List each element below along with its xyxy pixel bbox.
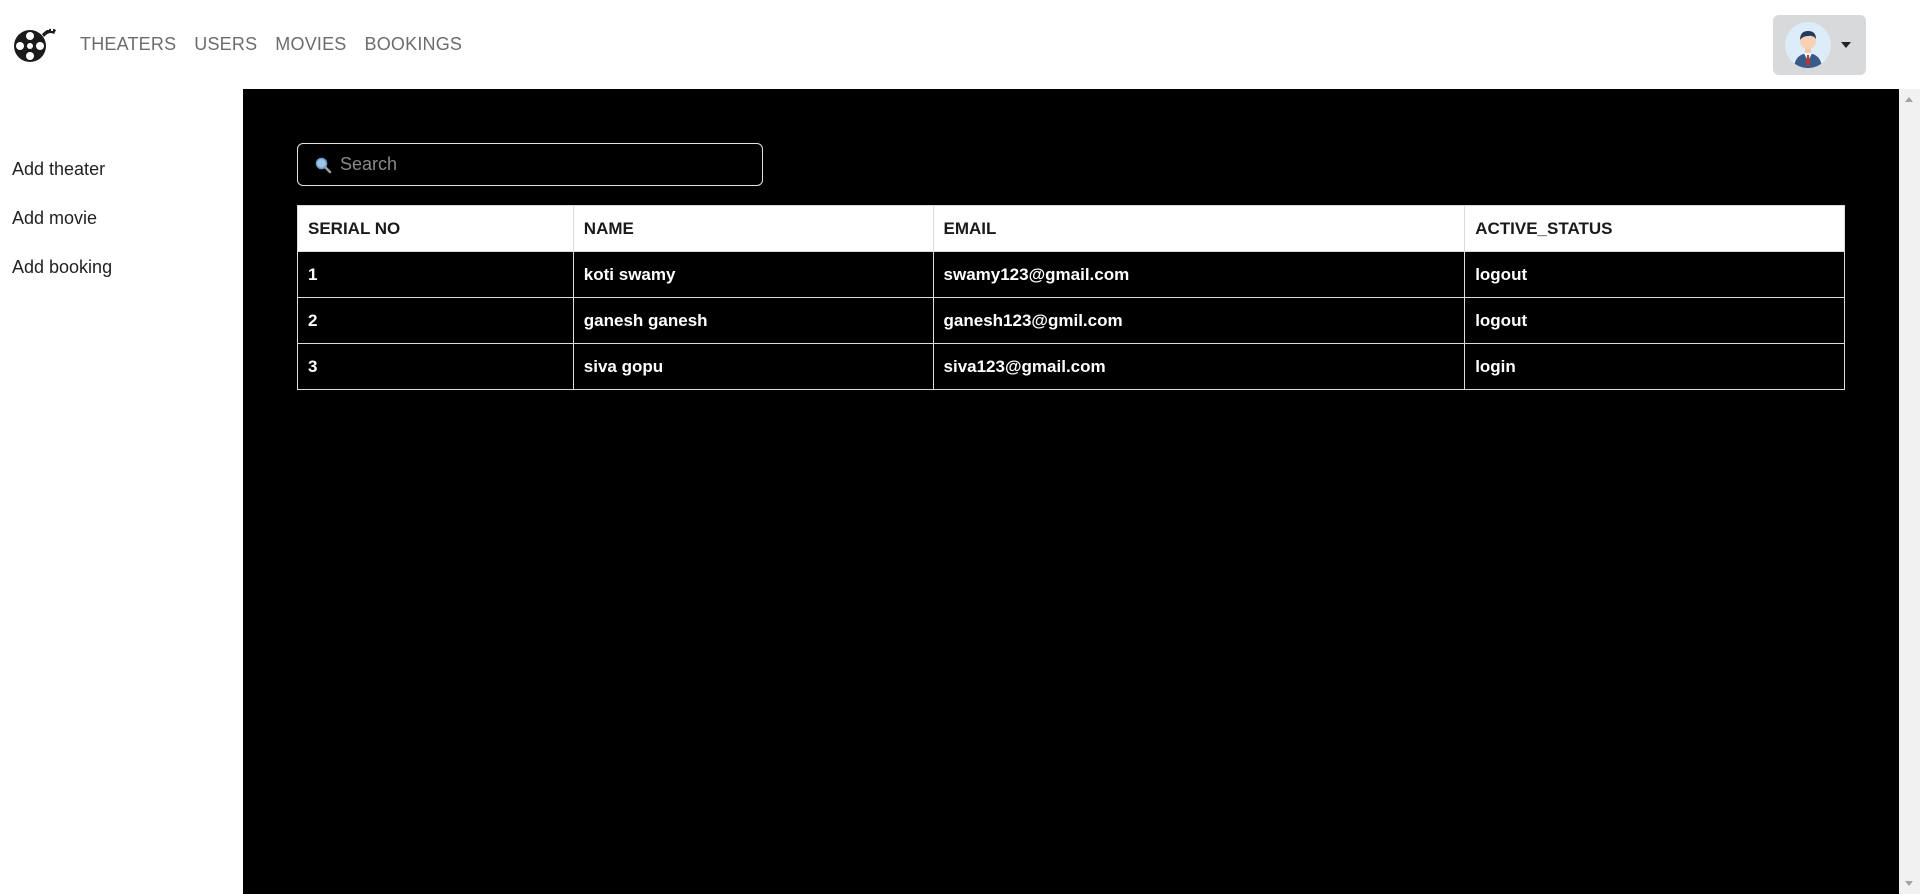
scroll-down-arrow-icon[interactable] xyxy=(1905,881,1913,886)
column-header-serial-no: SERIAL NO xyxy=(297,205,574,252)
cell-serial: 1 xyxy=(297,251,574,298)
profile-dropdown-button[interactable] xyxy=(1773,15,1866,75)
cell-name: koti swamy xyxy=(572,251,934,298)
cell-email: siva123@gmail.com xyxy=(932,343,1466,390)
table-row[interactable]: 1 koti swamy swamy123@gmail.com logout xyxy=(297,251,1845,298)
search-icon xyxy=(314,156,332,174)
cell-email: ganesh123@gmil.com xyxy=(932,297,1466,344)
nav-link-bookings[interactable]: BOOKINGS xyxy=(365,34,463,55)
search-box[interactable] xyxy=(297,143,763,186)
nav-links: THEATERS USERS MOVIES BOOKINGS xyxy=(80,0,480,89)
scroll-up-arrow-icon[interactable] xyxy=(1905,97,1913,102)
nav-link-movies[interactable]: MOVIES xyxy=(275,34,346,55)
film-reel-icon[interactable] xyxy=(12,24,58,64)
cell-serial: 2 xyxy=(297,297,574,344)
table-row[interactable]: 3 siva gopu siva123@gmail.com login xyxy=(297,343,1845,390)
users-table: SERIAL NO NAME EMAIL ACTIVE_STATUS 1 kot… xyxy=(297,205,1845,390)
sidebar-item-add-theater[interactable]: Add theater xyxy=(12,159,105,180)
column-header-email: EMAIL xyxy=(932,205,1466,252)
column-header-active-status: ACTIVE_STATUS xyxy=(1464,205,1845,252)
chevron-down-icon xyxy=(1841,42,1851,48)
table-row[interactable]: 2 ganesh ganesh ganesh123@gmil.com logou… xyxy=(297,297,1845,344)
column-header-name: NAME xyxy=(572,205,934,252)
user-avatar-icon xyxy=(1785,22,1831,68)
top-navbar: THEATERS USERS MOVIES BOOKINGS xyxy=(0,0,1920,89)
nav-link-theaters[interactable]: THEATERS xyxy=(80,34,176,55)
cell-status: login xyxy=(1464,343,1845,390)
cell-status: logout xyxy=(1464,251,1845,298)
nav-link-users[interactable]: USERS xyxy=(194,34,257,55)
main-content: SERIAL NO NAME EMAIL ACTIVE_STATUS 1 kot… xyxy=(243,89,1899,894)
sidebar-item-add-booking[interactable]: Add booking xyxy=(12,257,112,278)
sidebar: Add theater Add movie Add booking xyxy=(0,89,243,894)
cell-status: logout xyxy=(1464,297,1845,344)
cell-name: siva gopu xyxy=(572,343,934,390)
vertical-scrollbar[interactable] xyxy=(1899,89,1920,894)
cell-serial: 3 xyxy=(297,343,574,390)
cell-name: ganesh ganesh xyxy=(572,297,934,344)
search-input[interactable] xyxy=(340,154,760,175)
cell-email: swamy123@gmail.com xyxy=(932,251,1466,298)
table-header-row: SERIAL NO NAME EMAIL ACTIVE_STATUS xyxy=(297,205,1845,252)
sidebar-item-add-movie[interactable]: Add movie xyxy=(12,208,97,229)
